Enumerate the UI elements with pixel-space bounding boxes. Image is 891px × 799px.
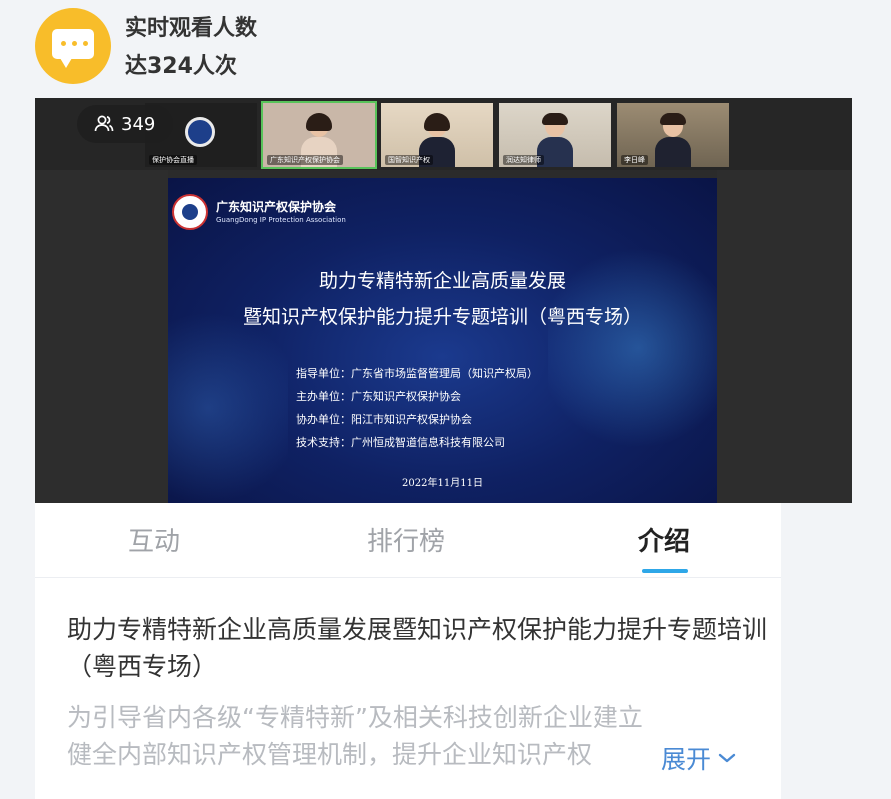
chevron-down-icon bbox=[718, 753, 736, 763]
people-icon bbox=[93, 113, 115, 135]
slide-organizer-line: 主办单位：广东知识产权保护协会 bbox=[296, 390, 461, 403]
tab-ranking[interactable]: 排行榜 bbox=[367, 521, 445, 558]
participant-tile[interactable]: 广东知识产权保护协会 bbox=[261, 101, 377, 169]
video-side-left bbox=[35, 170, 168, 503]
participant-tile[interactable]: 国智知识产权 bbox=[381, 103, 493, 167]
participant-tile[interactable]: 李日峰 bbox=[617, 103, 729, 167]
participant-tile[interactable]: 润达知律师 bbox=[499, 103, 611, 167]
slide-organizer-line: 协办单位：阳江市知识产权保护协会 bbox=[296, 413, 472, 426]
viewer-count: 349 bbox=[121, 113, 156, 135]
chat-message: 实时观看人数 达324人次 bbox=[0, 0, 891, 98]
intro-line-1: 为引导省内各级“专精特新”及相关科技创新企业建立 bbox=[67, 703, 643, 732]
participant-label: 广东知识产权保护协会 bbox=[267, 155, 343, 165]
slide-organizer-line: 技术支持：广州恒成智道信息科技有限公司 bbox=[296, 436, 505, 449]
expand-button[interactable]: 展开 bbox=[657, 740, 738, 776]
tab-bar: 互动 排行榜 介绍 bbox=[35, 503, 781, 578]
chat-line-1: 实时观看人数 bbox=[125, 16, 258, 41]
participant-label: 润达知律师 bbox=[503, 155, 544, 165]
slide-title-line-1: 助力专精特新企业高质量发展 bbox=[318, 270, 566, 292]
slide-org-name-en: GuangDong IP Protection Association bbox=[216, 216, 346, 224]
chat-message-text: 实时观看人数 达324人次 bbox=[125, 10, 257, 86]
intro-title: 助力专精特新企业高质量发展暨知识产权保护能力提升专题培训（粤西专场） bbox=[67, 615, 768, 681]
live-video-player[interactable]: 保护协会直播 广东知识产权保护协会 国智知识产权 润达知律师 李日峰 349 广… bbox=[35, 98, 852, 503]
slide-organizers: 指导单位：广东省市场监督管理局（知识产权局） 主办单位：广东知识产权保护协会 协… bbox=[296, 362, 538, 454]
slide-date: 2022年11月11日 bbox=[402, 478, 483, 489]
live-info-panel: 互动 排行榜 介绍 助力专精特新企业高质量发展暨知识产权保护能力提升专题培训（粤… bbox=[35, 503, 781, 799]
slide-org-name: 广东知识产权保护协会 bbox=[216, 200, 337, 214]
org-logo-icon bbox=[185, 117, 215, 147]
participant-label: 国智知识产权 bbox=[385, 155, 433, 165]
chat-line-2: 达324人次 bbox=[125, 54, 237, 79]
presentation-slide: 广东知识产权保护协会 GuangDong IP Protection Assoc… bbox=[168, 178, 717, 503]
participant-tiles: 保护协会直播 广东知识产权保护协会 国智知识产权 润达知律师 李日峰 bbox=[145, 101, 729, 169]
tab-interaction[interactable]: 互动 bbox=[128, 521, 180, 558]
viewer-count-badge: 349 bbox=[77, 105, 173, 143]
association-logo-icon bbox=[172, 194, 208, 230]
video-side-right bbox=[717, 170, 852, 503]
participant-video bbox=[655, 113, 691, 167]
participant-label: 李日峰 bbox=[621, 155, 648, 165]
slide-organizer-line: 指导单位：广东省市场监督管理局（知识产权局） bbox=[296, 367, 538, 380]
expand-label: 展开 bbox=[661, 745, 712, 774]
participant-label: 保护协会直播 bbox=[149, 155, 197, 165]
chat-bubble-icon[interactable] bbox=[35, 8, 111, 84]
active-tab-indicator bbox=[642, 569, 688, 573]
slide-title-line-2: 暨知识产权保护能力提升专题培训（粤西专场） bbox=[242, 306, 642, 328]
tab-introduction[interactable]: 介绍 bbox=[638, 521, 690, 558]
